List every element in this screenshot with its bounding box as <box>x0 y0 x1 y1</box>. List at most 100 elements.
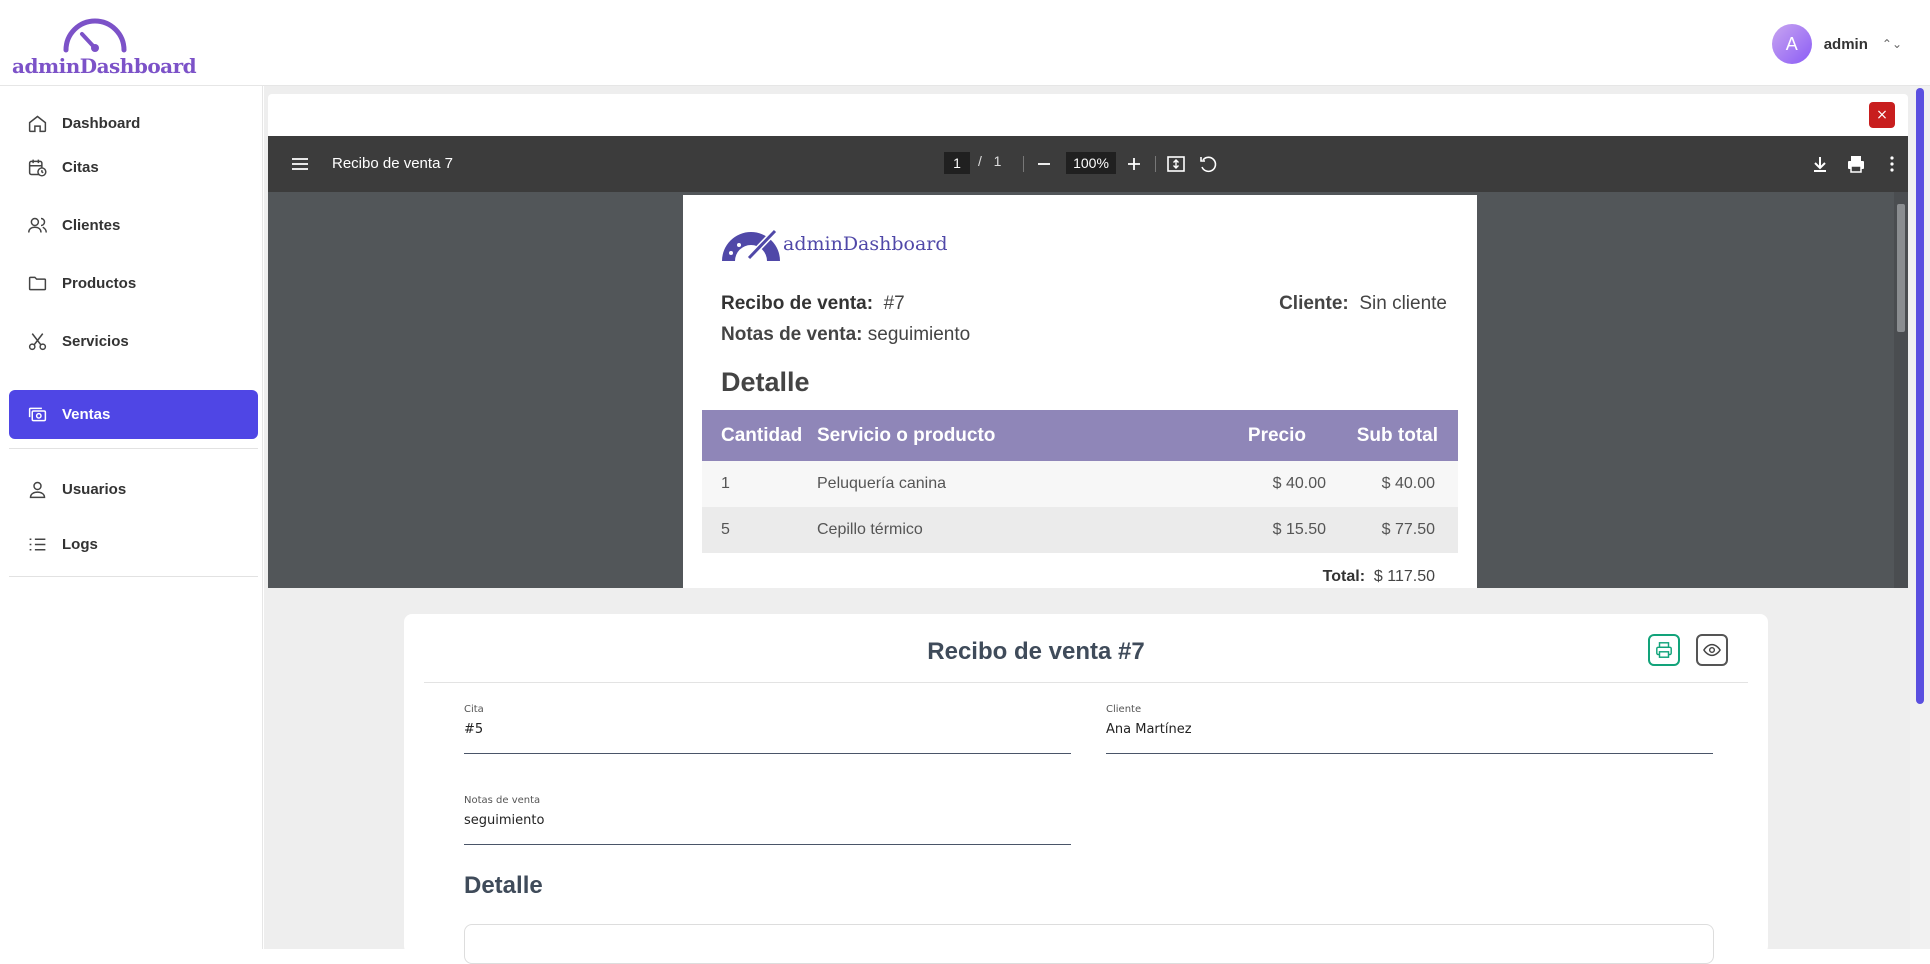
sidebar-item-label: Ventas <box>62 406 111 423</box>
cita-value[interactable]: #5 <box>464 722 483 737</box>
total-value: $ 117.50 <box>1373 568 1435 585</box>
pdf-document-view[interactable]: adminDashboard Recibo de venta: #7 Clien… <box>268 192 1908 588</box>
zoom-out-icon[interactable] <box>1034 154 1054 174</box>
receipt-form-card: Recibo de venta #7 Cita #5 Cliente Ana M… <box>404 614 1768 964</box>
gauge-icon <box>63 18 127 53</box>
app-logo[interactable]: adminDashboard <box>12 14 197 78</box>
toolbar-divider <box>1023 156 1024 172</box>
total: Total: $ 117.50 <box>1323 568 1435 586</box>
folder-icon <box>28 276 47 291</box>
pdf-title: Recibo de venta 7 <box>332 155 453 172</box>
sidebar-item-dashboard[interactable]: Dashboard <box>9 99 258 148</box>
more-options-icon[interactable] <box>1882 154 1902 174</box>
top-bar: adminDashboard A admin ⌃⌄ <box>0 0 1930 86</box>
toolbar-divider <box>1155 156 1156 172</box>
avatar[interactable]: A <box>1771 24 1812 64</box>
main-content: × Recibo de venta 7 1 / 1 100% adminDash… <box>264 86 1930 964</box>
zoom-level-input[interactable]: 100% <box>1066 152 1116 174</box>
sidebar-item-label: Productos <box>62 275 137 292</box>
cliente-value[interactable]: Ana Martínez <box>1106 722 1192 737</box>
preview-button[interactable] <box>1696 634 1728 666</box>
client-label: Cliente: <box>1279 293 1349 314</box>
users-icon <box>28 217 47 233</box>
pdf-scrollbar[interactable] <box>1894 192 1908 588</box>
pdf-scrollbar-thumb[interactable] <box>1897 204 1905 332</box>
cliente-field[interactable]: Cliente Ana Martínez <box>1106 704 1713 754</box>
notas-label: Notas de venta <box>464 795 541 806</box>
cell-quantity: 1 <box>702 461 817 507</box>
total-label: Total: <box>1322 568 1366 585</box>
sidebar-item-label: Citas <box>62 159 99 176</box>
sidebar-item-label: Logs <box>62 536 98 553</box>
sidebar-item-servicios[interactable]: Servicios <box>9 317 258 366</box>
sidebar-item-label: Clientes <box>62 217 121 234</box>
cell-subtotal: $ 40.00 <box>1332 461 1458 507</box>
receipt-label: Recibo de venta: <box>721 293 874 314</box>
notes-value: seguimiento <box>867 324 971 345</box>
sidebar-item-label: Dashboard <box>62 115 141 132</box>
sidebar: Dashboard Citas Clientes Productos Servi… <box>0 86 263 949</box>
chevron-up-down-icon[interactable]: ⌃⌄ <box>1882 37 1902 51</box>
user-menu[interactable]: A admin ⌃⌄ <box>1771 24 1902 64</box>
pdf-preview-card: × Recibo de venta 7 1 / 1 100% adminDash… <box>268 94 1908 588</box>
cliente-label: Cliente <box>1106 704 1142 715</box>
cell-item: Cepillo térmico <box>817 507 1202 553</box>
print-icon <box>1656 642 1672 658</box>
form-detail-heading: Detalle <box>464 872 543 899</box>
table-row: 1 Peluquería canina $ 40.00 $ 40.00 <box>702 461 1458 507</box>
column-header: Cantidad <box>702 410 817 461</box>
sidebar-item-productos[interactable]: Productos <box>9 259 258 308</box>
print-icon[interactable] <box>1846 154 1866 174</box>
table-row: 5 Cepillo térmico $ 15.50 $ 77.50 <box>702 507 1458 553</box>
zoom-in-icon[interactable] <box>1124 154 1144 174</box>
print-button[interactable] <box>1648 634 1680 666</box>
detail-table-container <box>464 924 1714 964</box>
close-button[interactable]: × <box>1869 102 1895 128</box>
cita-field[interactable]: Cita #5 <box>464 704 1071 754</box>
detail-table: Cantidad Servicio o producto Precio Sub … <box>702 410 1458 553</box>
gauge-logo-icon <box>722 228 780 261</box>
eye-icon <box>1703 643 1721 657</box>
sale-notes: Notas de venta: seguimiento <box>721 324 970 346</box>
column-header: Servicio o producto <box>817 410 1202 461</box>
logo-text: adminDashboard <box>12 54 197 78</box>
notes-label: Notas de venta: <box>721 324 863 345</box>
page-count: / 1 <box>978 153 1001 169</box>
sidebar-divider <box>9 448 258 449</box>
notas-field[interactable]: Notas de venta seguimiento <box>464 795 1071 845</box>
page-scrollbar-thumb[interactable] <box>1916 88 1924 704</box>
client-info: Cliente: Sin cliente <box>1279 293 1447 315</box>
sidebar-item-logs[interactable]: Logs <box>9 520 258 569</box>
receipt-value: #7 <box>883 293 905 314</box>
menu-icon[interactable] <box>290 154 310 174</box>
receipt-number: Recibo de venta: #7 <box>721 293 905 315</box>
cita-label: Cita <box>464 704 484 715</box>
column-header: Sub total <box>1332 410 1458 461</box>
page-number-input[interactable]: 1 <box>944 152 970 174</box>
download-icon[interactable] <box>1810 154 1830 174</box>
cell-subtotal: $ 77.50 <box>1332 507 1458 553</box>
table-header-row: Cantidad Servicio o producto Precio Sub … <box>702 410 1458 461</box>
sidebar-item-citas[interactable]: Citas <box>9 143 258 192</box>
document-logo-text: adminDashboard <box>783 233 948 255</box>
cell-quantity: 5 <box>702 507 817 553</box>
sidebar-item-clientes[interactable]: Clientes <box>9 201 258 250</box>
sidebar-divider <box>9 576 258 577</box>
cell-price: $ 15.50 <box>1202 507 1332 553</box>
page-scrollbar[interactable] <box>1910 86 1930 949</box>
pdf-page: adminDashboard Recibo de venta: #7 Clien… <box>683 195 1477 588</box>
client-value: Sin cliente <box>1359 293 1447 314</box>
sidebar-item-label: Usuarios <box>62 481 127 498</box>
sidebar-item-label: Servicios <box>62 333 129 350</box>
user-name[interactable]: admin <box>1824 36 1868 53</box>
sidebar-item-ventas[interactable]: Ventas <box>9 390 258 439</box>
list-icon <box>29 538 46 551</box>
cash-icon <box>28 407 47 422</box>
rotate-icon[interactable] <box>1198 154 1218 174</box>
sidebar-item-usuarios[interactable]: Usuarios <box>9 465 258 514</box>
form-title: Recibo de venta #7 <box>927 638 1145 665</box>
fit-page-icon[interactable] <box>1166 154 1186 174</box>
user-icon <box>29 481 46 499</box>
pdf-toolbar: Recibo de venta 7 1 / 1 100% <box>268 136 1908 192</box>
notas-value[interactable]: seguimiento <box>464 813 544 828</box>
